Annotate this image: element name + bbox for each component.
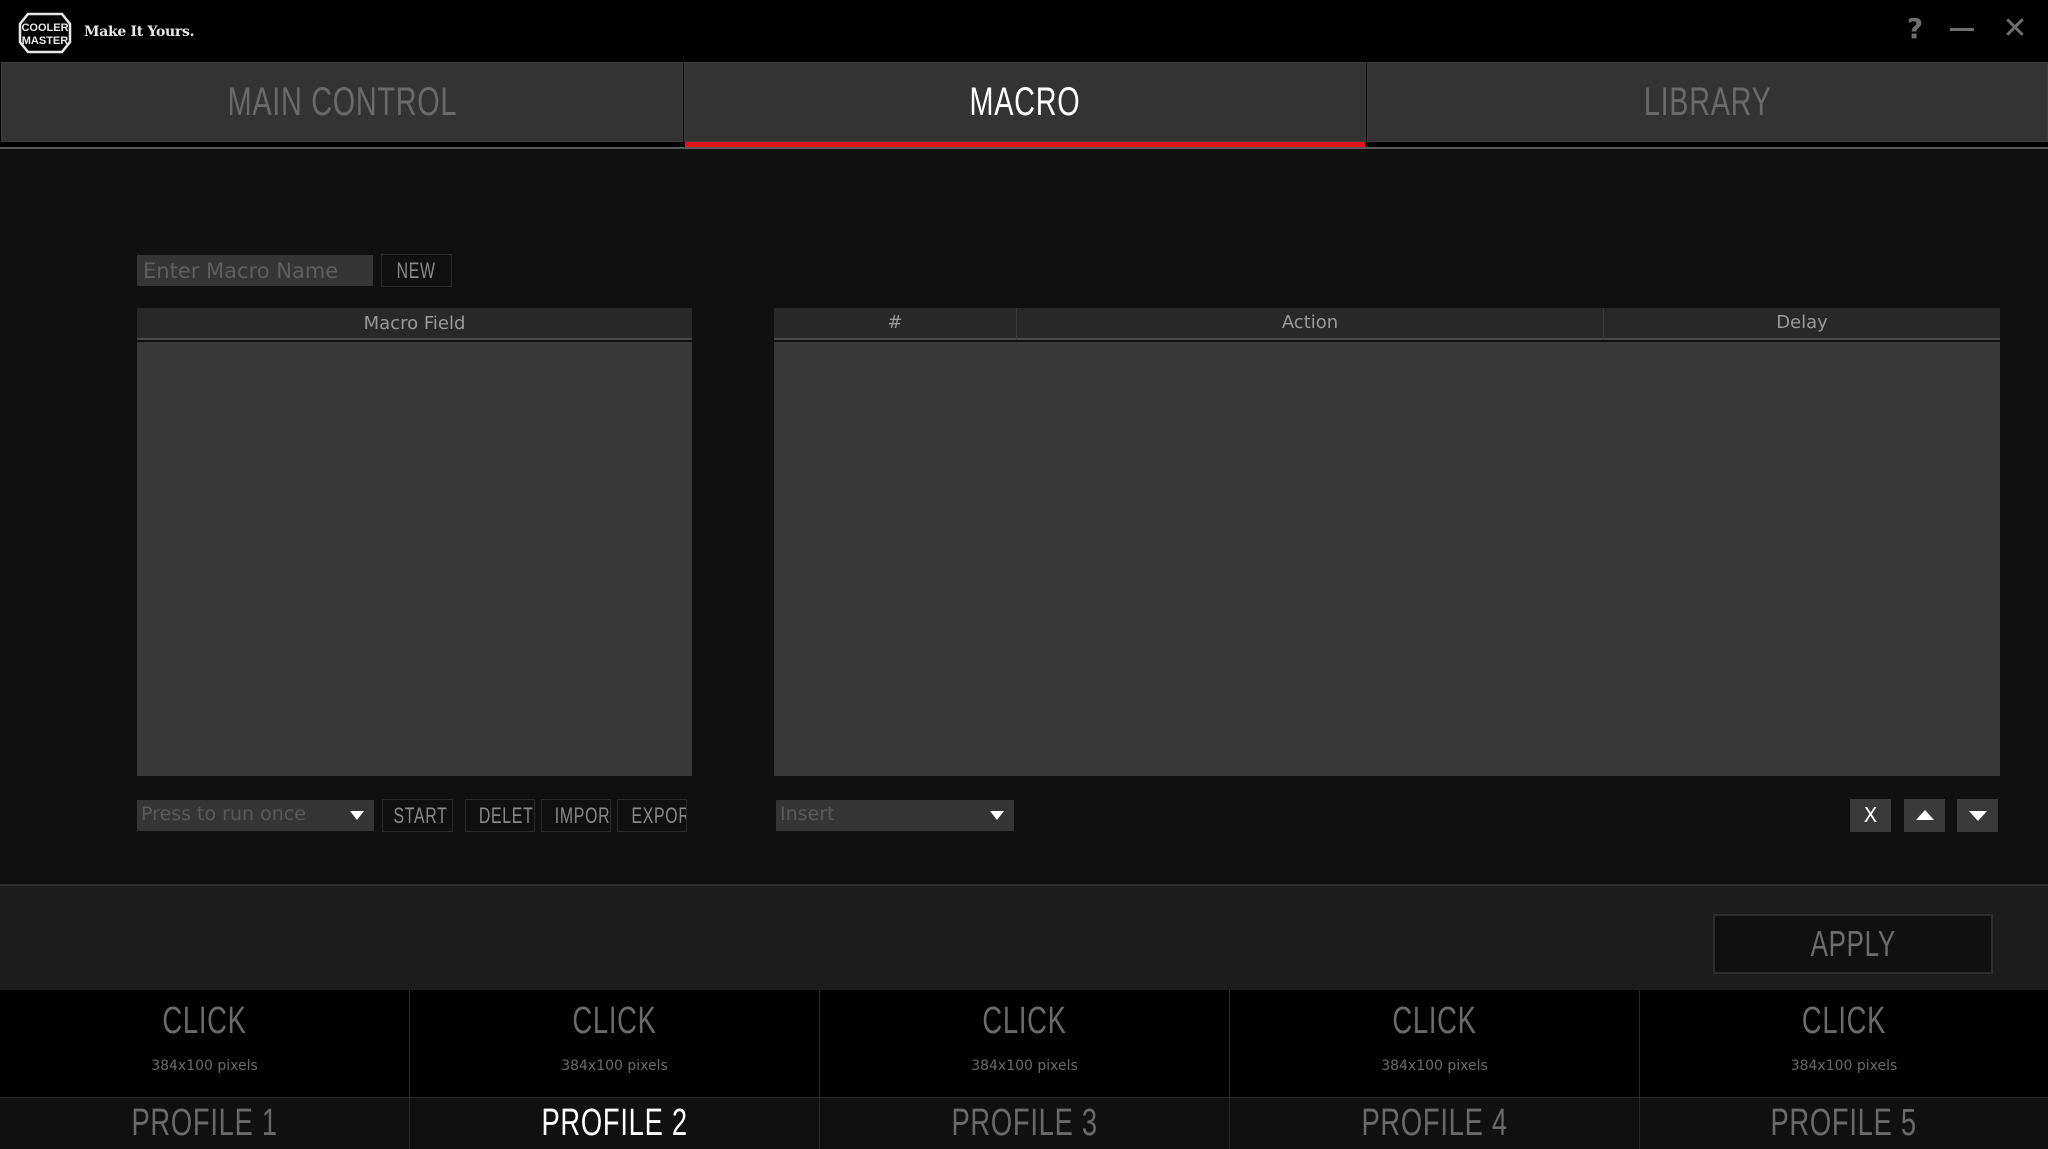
profile-image: CLICK 384x100 pixels [1230,990,1639,1097]
profile-4[interactable]: CLICK 384x100 pixels PROFILE 4 [1230,990,1640,1149]
profile-image: CLICK 384x100 pixels [820,990,1229,1097]
cooler-master-logo: COOLER MASTER [18,12,72,54]
tab-main-control[interactable]: MAIN CONTROL [1,62,683,142]
delete-macro-button[interactable]: DELETE [465,799,535,832]
profile-2[interactable]: CLICK 384x100 pixels PROFILE 2 [410,990,820,1149]
macro-field-header: Macro Field [137,308,692,340]
tab-label: LIBRARY [1643,80,1772,124]
profile-name-label: PROFILE 5 [1770,1102,1918,1144]
logo-line2: MASTER [22,35,69,47]
profile-image-label: CLICK [1392,1000,1477,1042]
profile-1[interactable]: CLICK 384x100 pixels PROFILE 1 [0,990,410,1149]
tagline: Make It Yours. [84,24,195,40]
move-down-button[interactable] [1957,799,1998,832]
profile-image-dims: 384x100 pixels [561,1058,668,1074]
run-mode-select[interactable]: Press to run once [137,800,374,831]
profile-image: CLICK 384x100 pixels [1640,990,2048,1097]
tab-library[interactable]: LIBRARY [1367,62,2048,142]
profile-name: PROFILE 4 [1230,1097,1639,1149]
profile-image-dims: 384x100 pixels [971,1058,1078,1074]
column-header-number: # [774,308,1017,340]
profile-image-dims: 384x100 pixels [151,1058,258,1074]
help-button[interactable]: ? [1898,12,1932,46]
triangle-up-icon [1916,810,1934,820]
profile-bar: CLICK 384x100 pixels PROFILE 1 CLICK 384… [0,990,2048,1149]
run-mode-value: Press to run once [141,803,306,825]
start-recording-button[interactable]: START [382,799,453,832]
minimize-button[interactable] [1945,12,1979,46]
logo-line1: COOLER [21,22,68,34]
tab-label: MACRO [969,80,1081,124]
triangle-down-icon [1969,811,1987,821]
macro-field-title: Macro Field [363,313,466,334]
tab-label: MAIN CONTROL [227,80,457,124]
delete-label: DELETE [478,803,534,828]
import-label: IMPORT [554,803,610,828]
profile-name: PROFILE 5 [1640,1097,2048,1149]
column-header-delay: Delay [1776,312,1828,333]
profile-name-label: PROFILE 3 [951,1102,1098,1144]
minimize-icon [1950,28,1974,31]
help-icon: ? [1906,12,1924,45]
start-label: START [393,803,448,828]
main-tabs: MAIN CONTROL MACRO LIBRARY [0,60,2048,148]
apply-button[interactable]: APPLY [1713,914,1993,974]
title-bar: COOLER MASTER Make It Yours. ? ✕ [0,0,2048,60]
import-macro-button[interactable]: IMPORT [541,799,611,832]
export-macro-button[interactable]: EXPORT [617,799,687,832]
profile-image-label: CLICK [572,1000,657,1042]
macro-name-input[interactable] [137,255,373,286]
profile-image: CLICK 384x100 pixels [0,990,409,1097]
column-header-action: Action [1017,308,1604,340]
macro-field-list[interactable] [137,342,692,776]
profile-name-label: PROFILE 1 [131,1102,278,1144]
chevron-down-icon [350,811,364,820]
apply-label: APPLY [1810,923,1896,964]
export-label: EXPORT [631,803,686,828]
profile-image-dims: 384x100 pixels [1381,1058,1488,1074]
profile-name: PROFILE 2 [410,1097,819,1149]
profile-5[interactable]: CLICK 384x100 pixels PROFILE 5 [1640,990,2048,1149]
profile-image-dims: 384x100 pixels [1790,1058,1898,1074]
insert-value: Insert [780,803,835,825]
insert-action-select[interactable]: Insert [776,800,1014,831]
remove-icon: X [1863,803,1878,827]
action-table-body[interactable] [774,342,2000,776]
profile-name-label: PROFILE 4 [1361,1102,1508,1144]
profile-name: PROFILE 1 [0,1097,409,1149]
profile-image-label: CLICK [982,1000,1067,1042]
profile-3[interactable]: CLICK 384x100 pixels PROFILE 3 [820,990,1230,1149]
new-label: NEW [396,258,437,283]
profile-image-label: CLICK [1801,1000,1887,1042]
new-macro-button[interactable]: NEW [381,254,452,287]
profile-image-label: CLICK [162,1000,247,1042]
tab-macro[interactable]: MACRO [684,62,1366,147]
close-icon: ✕ [2002,11,2028,46]
remove-action-button[interactable]: X [1850,799,1891,832]
profile-name-label: PROFILE 2 [541,1102,688,1144]
profile-name: PROFILE 3 [820,1097,1229,1149]
profile-image: CLICK 384x100 pixels [410,990,819,1097]
chevron-down-icon [990,811,1004,820]
action-table-header: # Action Delay [774,308,2000,340]
close-button[interactable]: ✕ [1998,12,2032,46]
move-up-button[interactable] [1904,799,1945,832]
